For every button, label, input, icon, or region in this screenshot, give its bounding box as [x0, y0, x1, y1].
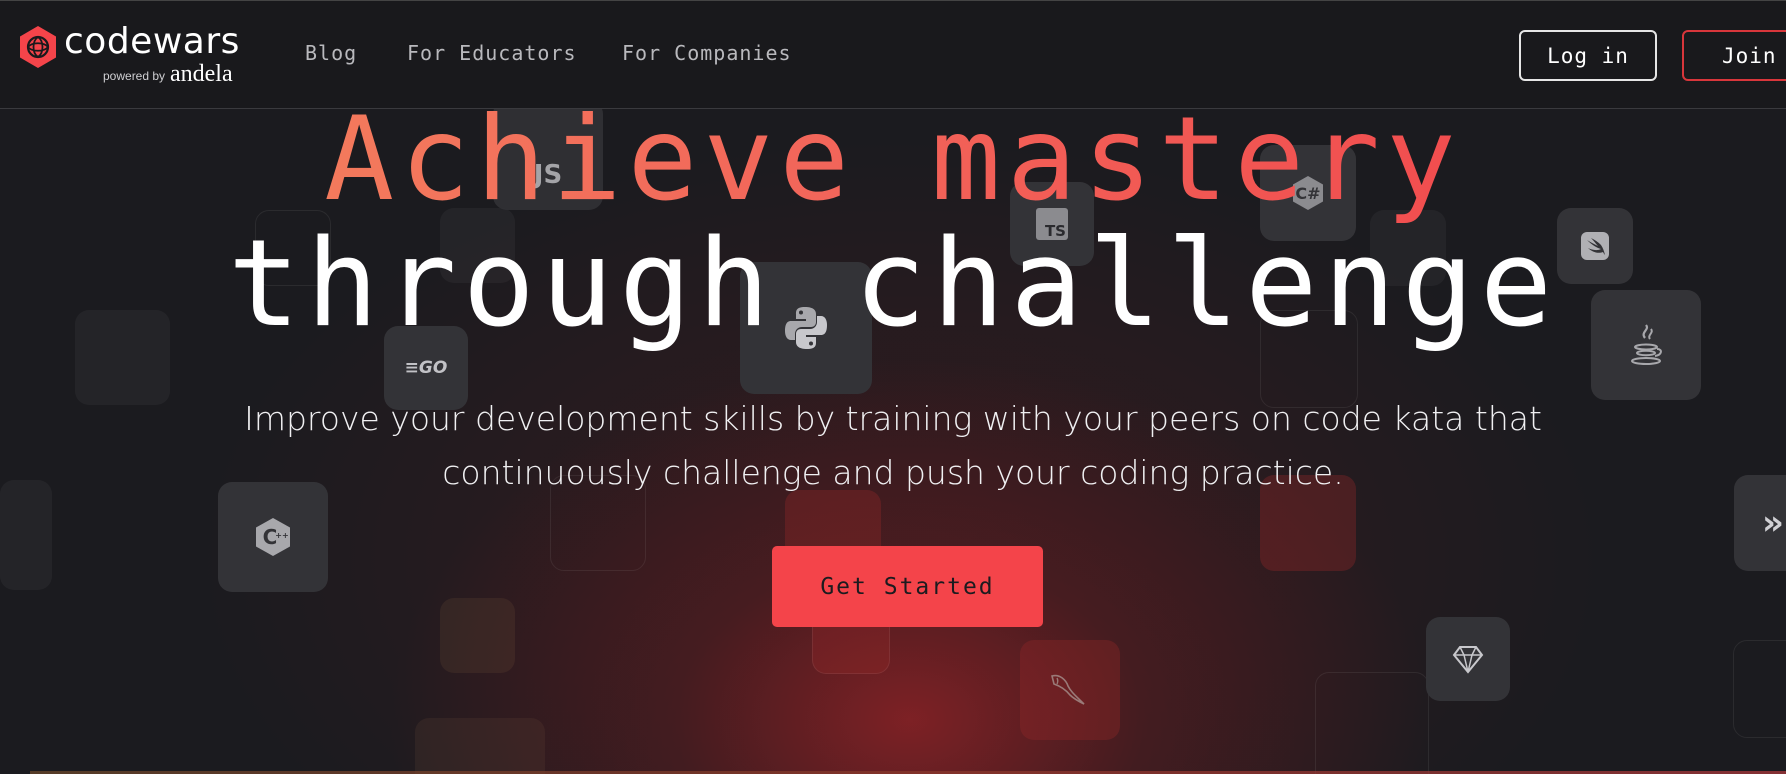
- background-tile: [1733, 640, 1786, 738]
- background-tile: [440, 598, 515, 673]
- brand-wordmark: codewars: [64, 21, 240, 62]
- background-tile: [0, 480, 52, 590]
- andela-wordmark: andela: [170, 61, 233, 87]
- powered-by-label: powered by: [103, 69, 166, 83]
- site-header: codewars powered by andela Blog For Educ…: [0, 0, 1786, 109]
- codewars-logo-icon: [20, 26, 56, 68]
- join-button[interactable]: Join: [1682, 30, 1786, 81]
- nav-for-companies[interactable]: For Companies: [622, 41, 792, 65]
- codewars-logo[interactable]: codewars powered by andela: [18, 21, 248, 91]
- background-tile: [415, 718, 545, 774]
- mysql-icon: [1048, 668, 1090, 712]
- background-tile: [1315, 672, 1429, 774]
- login-button[interactable]: Log in: [1519, 30, 1657, 81]
- nav-for-educators[interactable]: For Educators: [407, 41, 577, 65]
- svg-text:++: ++: [275, 531, 288, 540]
- get-started-button[interactable]: Get Started: [772, 546, 1043, 627]
- hero-subtitle: Improve your development skills by train…: [244, 399, 1542, 492]
- cpp-icon: C ++: [256, 518, 290, 556]
- kotlin-icon: »: [1762, 503, 1784, 543]
- nav-blog[interactable]: Blog: [305, 41, 357, 65]
- ruby-icon: [1452, 646, 1484, 674]
- hero-title-line2: through challenge: [227, 215, 1559, 354]
- ruby-tile: [1426, 617, 1510, 701]
- kotlin-tile: »: [1734, 475, 1786, 571]
